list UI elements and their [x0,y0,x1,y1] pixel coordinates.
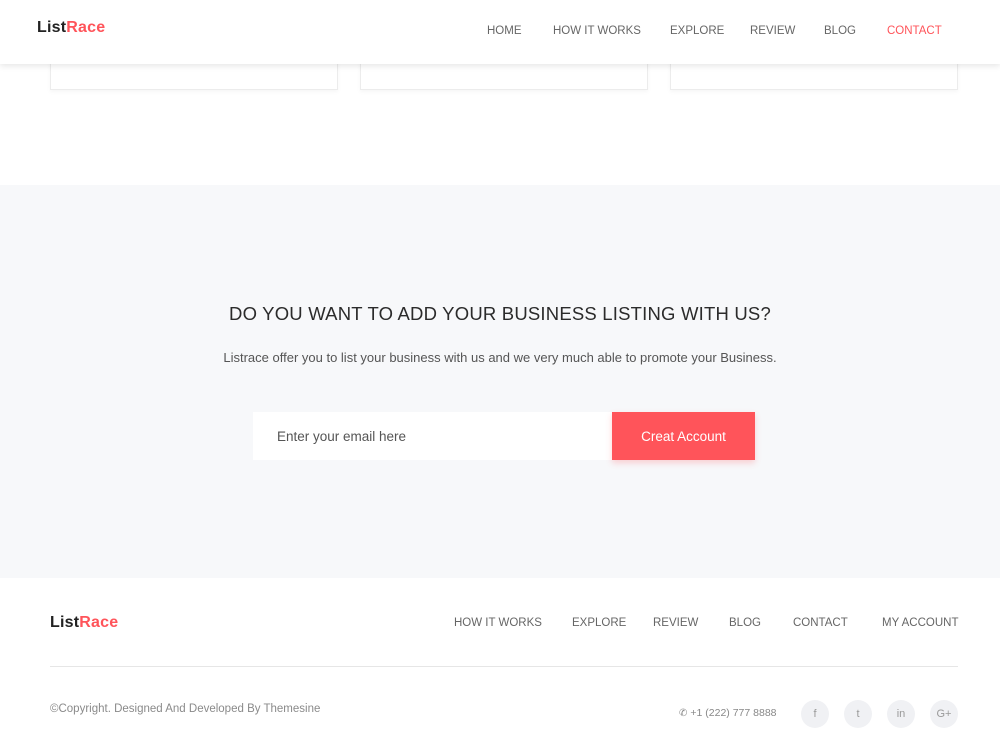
nav-blog[interactable]: BLOG [824,25,856,37]
footer-nav-blog[interactable]: BLOG [729,617,761,629]
footer-nav-my-account[interactable]: MY ACCOUNT [882,617,958,629]
email-input[interactable] [253,412,613,460]
google-plus-icon[interactable]: G+ [930,700,958,728]
cta-description: Listrace offer you to list your business… [223,350,777,365]
site-header: ListRace HOME HOW IT WORKS EXPLORE REVIE… [0,0,1000,64]
footer-nav-how-it-works[interactable]: HOW IT WORKS [454,617,542,629]
logo-text-race: Race [66,19,106,36]
nav-review[interactable]: REVIEW [750,25,795,37]
copyright-text: ©Copyright. Designed And Developed By Th… [50,703,321,715]
facebook-icon[interactable]: f [801,700,829,728]
footer-logo[interactable]: ListRace [50,614,118,632]
nav-explore[interactable]: EXPLORE [670,25,724,37]
logo-text-list: List [50,614,80,631]
business-listing-cta: DO YOU WANT TO ADD YOUR BUSINESS LISTING… [0,185,1000,578]
phone-number: +1 (222) 777 8888 [690,707,777,719]
footer-nav-contact[interactable]: CONTACT [793,617,848,629]
cta-title: DO YOU WANT TO ADD YOUR BUSINESS LISTING… [229,303,771,324]
twitter-icon[interactable]: t [844,700,872,728]
nav-how-it-works[interactable]: HOW IT WORKS [553,25,641,37]
nav-home[interactable]: HOME [487,25,522,37]
phone-icon: ✆ [679,708,688,719]
footer-nav-explore[interactable]: EXPLORE [572,617,626,629]
footer-divider [50,666,958,667]
logo-text-list: List [37,19,67,36]
linkedin-icon[interactable]: in [887,700,915,728]
phone-contact[interactable]: ✆ +1 (222) 777 8888 [679,707,777,719]
logo-text-race: Race [79,614,119,631]
site-logo[interactable]: ListRace [37,19,105,37]
create-account-button[interactable]: Creat Account [612,412,755,460]
footer-nav-review[interactable]: REVIEW [653,617,698,629]
nav-contact[interactable]: CONTACT [887,25,942,37]
